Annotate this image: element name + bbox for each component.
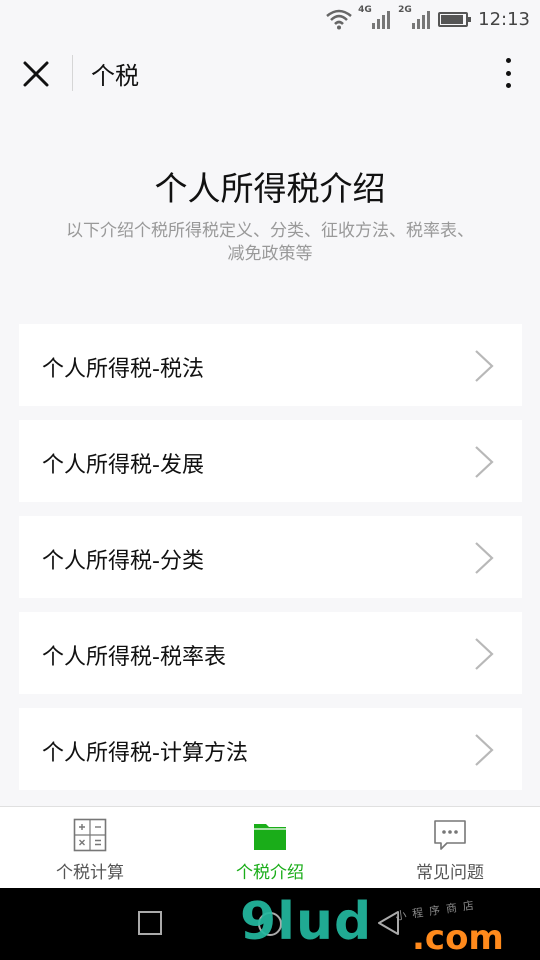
status-icons: 4G 2G 12:13 [326, 5, 530, 32]
list-item-label: 个人所得税-分类 [42, 549, 204, 574]
nav-bar: 个税 [0, 38, 540, 108]
chevron-right-icon [475, 446, 494, 478]
signal-2g-icon: 2G [398, 5, 432, 31]
chat-bubble-icon [434, 820, 466, 850]
signal-4g-icon: 4G [358, 5, 392, 31]
battery-icon [438, 11, 472, 27]
list-item-label: 个人所得税-税法 [42, 357, 204, 382]
chevron-right-icon [475, 542, 494, 574]
page-subtitle: 以下介绍个税所得税定义、分类、征收方法、税率表、减免政策等 [66, 221, 474, 264]
page-title: 个人所得税介绍 [154, 169, 386, 208]
list-item-history[interactable]: 个人所得税-发展 [19, 420, 522, 502]
chevron-right-icon [475, 638, 494, 670]
watermark-logo: 9lud [240, 892, 373, 952]
nav-divider [72, 55, 73, 91]
status-bar: 4G 2G 12:13 [0, 0, 540, 38]
tab-label: 常见问题 [416, 863, 484, 883]
tab-tax-calculator[interactable]: 个税计算 [0, 807, 180, 888]
tab-bar: 个税计算 个税介绍 常见问题 [0, 806, 540, 888]
tab-label: 个税介绍 [236, 863, 304, 883]
watermark-suffix: .com [412, 918, 504, 958]
list-item-tax-law[interactable]: 个人所得税-税法 [19, 324, 522, 406]
chevron-right-icon [475, 350, 494, 382]
list-item-calculation[interactable]: 个人所得税-计算方法 [19, 708, 522, 790]
clock: 12:13 [478, 8, 530, 30]
calculator-icon [73, 818, 107, 852]
more-vertical-icon[interactable] [498, 56, 518, 90]
network-label-1: 4G [358, 5, 372, 15]
list-item-label: 个人所得税-发展 [42, 453, 204, 478]
tab-label: 个税计算 [56, 863, 124, 883]
nav-title: 个税 [91, 62, 139, 90]
close-icon[interactable] [18, 56, 54, 92]
topic-list: 个人所得税-税法 个人所得税-发展 个人所得税-分类 个人所得税-税率表 个人所… [19, 324, 522, 804]
list-item-label: 个人所得税-计算方法 [42, 741, 248, 766]
network-label-2: 2G [398, 5, 412, 15]
recents-icon[interactable] [137, 910, 163, 936]
chevron-right-icon [475, 734, 494, 766]
tab-tax-intro[interactable]: 个税介绍 [180, 807, 360, 888]
list-item-rate-table[interactable]: 个人所得税-税率表 [19, 612, 522, 694]
list-item-classification[interactable]: 个人所得税-分类 [19, 516, 522, 598]
folder-icon [254, 824, 286, 850]
list-item-label: 个人所得税-税率表 [42, 645, 226, 670]
wifi-icon [326, 9, 352, 30]
tab-faq[interactable]: 常见问题 [360, 807, 540, 888]
